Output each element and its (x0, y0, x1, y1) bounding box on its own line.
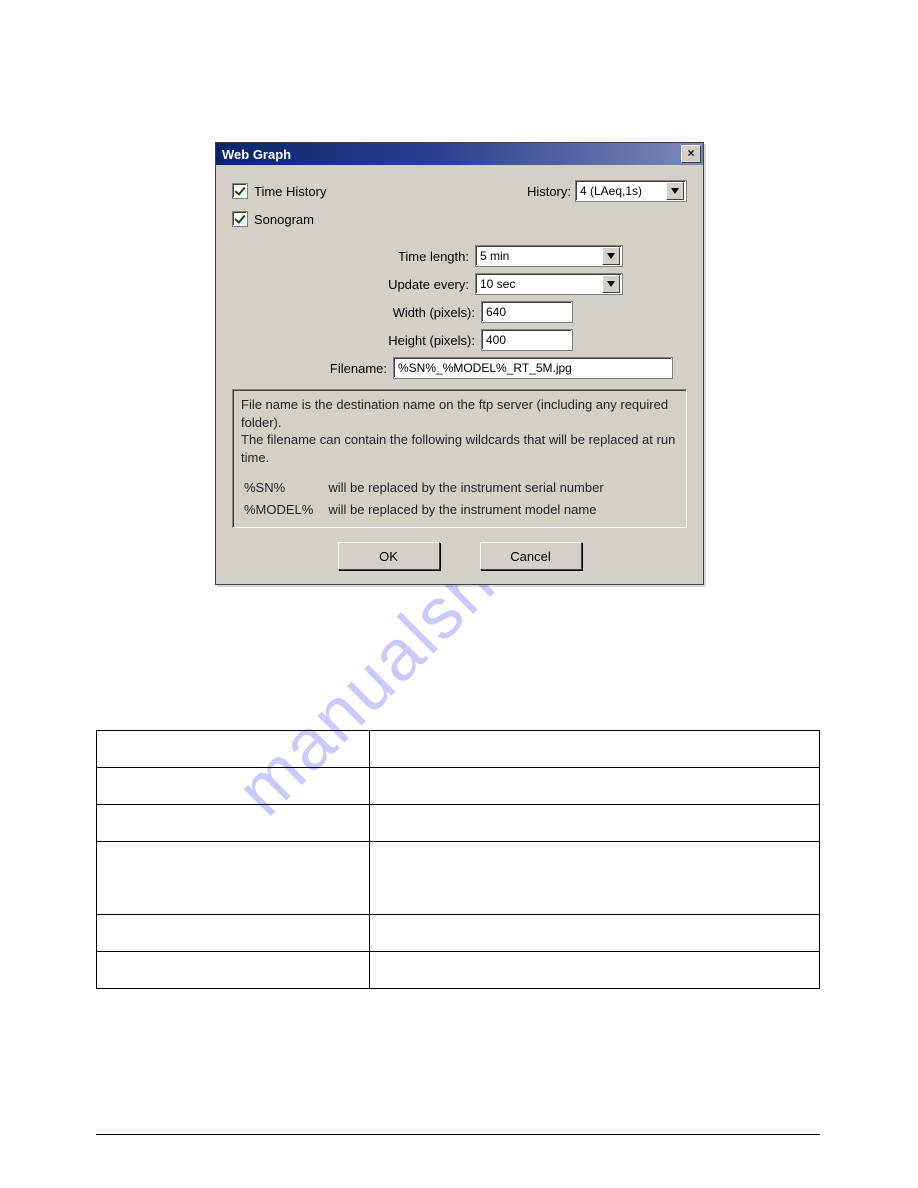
width-label: Width (pixels): (393, 305, 475, 320)
table-cell (370, 731, 820, 768)
height-input[interactable]: 400 (481, 329, 573, 351)
table-cell (370, 805, 820, 842)
filename-input[interactable]: %SN%_%MODEL%_RT_5M.jpg (393, 357, 673, 379)
filename-value: %SN%_%MODEL%_RT_5M.jpg (398, 361, 572, 375)
sonogram-label: Sonogram (254, 212, 314, 227)
update-every-value: 10 sec (480, 277, 598, 291)
help-line-2: The filename can contain the following w… (241, 431, 678, 466)
table-cell (370, 952, 820, 989)
table-cell (97, 731, 370, 768)
width-value: 640 (486, 305, 506, 319)
dialog-title: Web Graph (222, 147, 291, 162)
footer-divider (96, 1134, 820, 1135)
update-every-select[interactable]: 10 sec (475, 273, 623, 295)
wildcard-token: %MODEL% (243, 500, 325, 520)
table-cell (97, 915, 370, 952)
table-row (97, 731, 820, 768)
table-row (97, 842, 820, 915)
table-row (97, 768, 820, 805)
table-row (97, 952, 820, 989)
help-line-1: File name is the destination name on the… (241, 396, 678, 431)
sonogram-checkbox[interactable]: Sonogram (232, 211, 314, 227)
checkbox-icon (232, 183, 248, 199)
parameter-table (96, 730, 820, 989)
table-cell (370, 915, 820, 952)
filename-help-panel: File name is the destination name on the… (232, 389, 687, 528)
table-cell (370, 768, 820, 805)
time-length-select[interactable]: 5 min (475, 245, 623, 267)
time-history-checkbox[interactable]: Time History (232, 183, 326, 199)
web-graph-dialog: Web Graph × Time History History: 4 (LAe… (215, 142, 704, 585)
wildcard-desc: will be replaced by the instrument seria… (327, 478, 615, 498)
ok-button[interactable]: OK (338, 542, 440, 570)
table-cell (97, 952, 370, 989)
history-label: History: (527, 184, 571, 199)
history-value: 4 (LAeq,1s) (580, 184, 662, 198)
table-row (97, 805, 820, 842)
ok-button-label: OK (379, 549, 398, 564)
table-cell (370, 842, 820, 915)
dialog-body: Time History History: 4 (LAeq,1s) So (216, 165, 703, 584)
table-cell (97, 768, 370, 805)
table-row (97, 915, 820, 952)
cancel-button-label: Cancel (510, 549, 550, 564)
document-page: manualshive.com Web Graph × Time History… (0, 0, 918, 1188)
width-input[interactable]: 640 (481, 301, 573, 323)
height-value: 400 (486, 333, 506, 347)
height-label: Height (pixels): (388, 333, 475, 348)
table-cell (97, 805, 370, 842)
time-history-label: Time History (254, 184, 326, 199)
chevron-down-icon (602, 275, 620, 293)
time-length-value: 5 min (480, 249, 598, 263)
close-button[interactable]: × (681, 145, 701, 163)
wildcard-desc: will be replaced by the instrument model… (327, 500, 615, 520)
table-cell (97, 842, 370, 915)
wildcard-token: %SN% (243, 478, 325, 498)
history-select[interactable]: 4 (LAeq,1s) (575, 180, 687, 202)
chevron-down-icon (602, 247, 620, 265)
update-every-label: Update every: (388, 277, 469, 292)
chevron-down-icon (666, 182, 684, 200)
dialog-titlebar[interactable]: Web Graph × (216, 143, 703, 165)
time-length-label: Time length: (398, 249, 469, 264)
checkbox-icon (232, 211, 248, 227)
close-icon: × (687, 146, 694, 160)
filename-label: Filename: (330, 361, 387, 376)
cancel-button[interactable]: Cancel (480, 542, 582, 570)
